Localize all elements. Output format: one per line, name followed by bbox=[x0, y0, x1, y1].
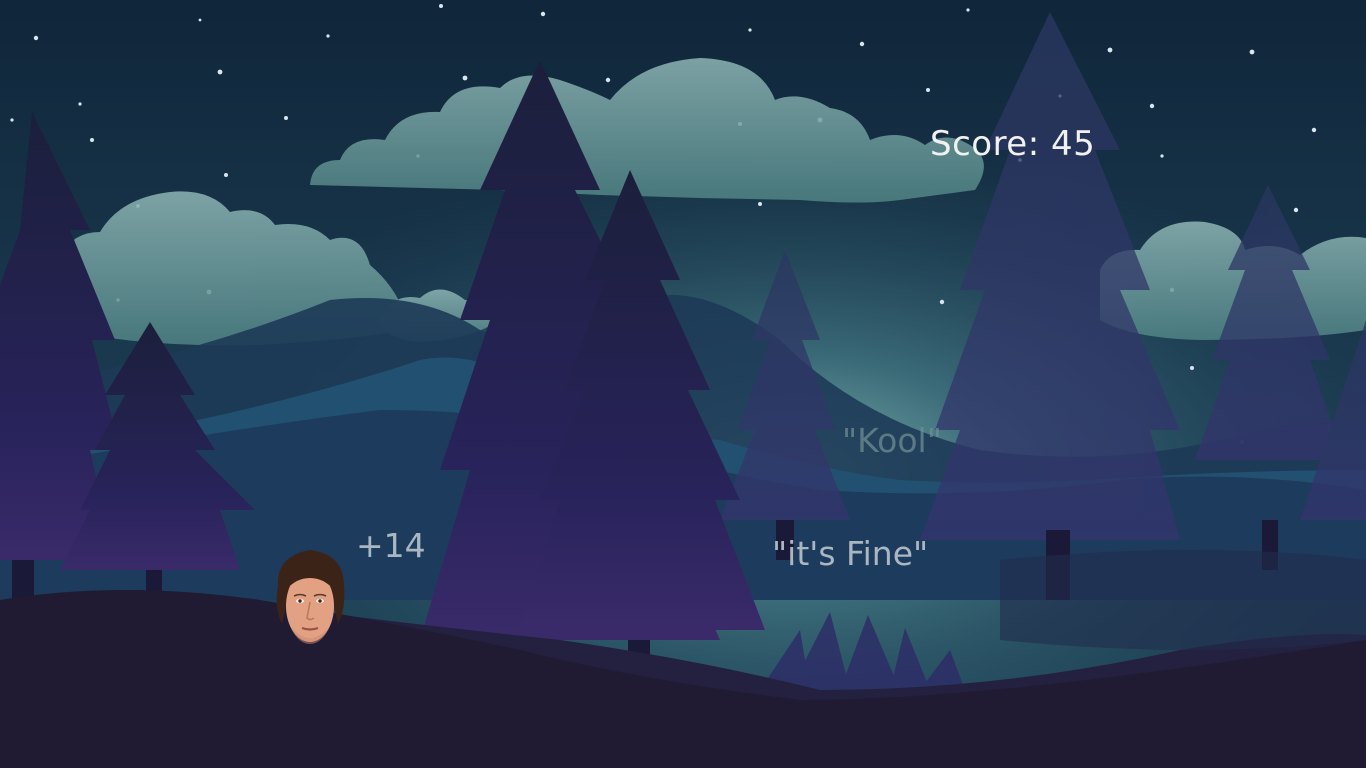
fine-popup: "it's Fine" bbox=[772, 534, 929, 573]
score-label: Score: bbox=[930, 124, 1051, 164]
kool-popup: "Kool" bbox=[842, 421, 942, 460]
score-display: Score: 45 bbox=[930, 124, 1095, 164]
player-face-sprite[interactable] bbox=[272, 546, 348, 650]
points-popup: +14 bbox=[356, 526, 426, 565]
score-value: 45 bbox=[1051, 124, 1096, 164]
night-forest-background bbox=[0, 0, 1366, 768]
game-screen[interactable]: Score: 45 +14 "Kool" "it's Fine" bbox=[0, 0, 1366, 768]
